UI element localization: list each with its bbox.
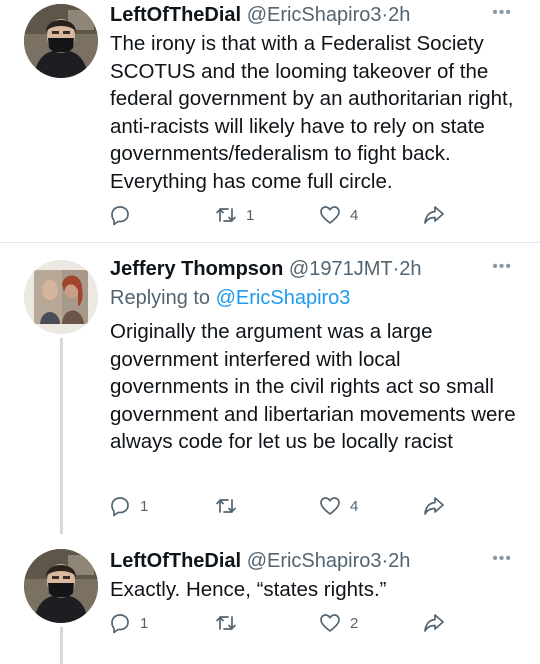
tweet-header: LeftOfTheDial @EricShapiro3·2h <box>110 2 410 28</box>
thread-line <box>60 627 63 664</box>
reply-button[interactable]: 1 <box>108 493 148 519</box>
tweet-text: The irony is that with a Federalist Soci… <box>110 32 514 193</box>
replying-to-handle[interactable]: @EricShapiro3 <box>216 287 351 309</box>
retweet-icon <box>216 499 236 513</box>
tweet-actions: 1 4 <box>108 493 448 519</box>
user-handle[interactable]: @EricShapiro3 <box>247 550 382 572</box>
retweet-button[interactable] <box>214 493 246 519</box>
like-count: 4 <box>350 206 359 224</box>
like-count: 2 <box>350 614 359 632</box>
share-button[interactable] <box>422 610 446 636</box>
retweet-icon <box>216 208 236 222</box>
replying-to: Replying to @EricShapiro3 <box>110 285 350 311</box>
share-button[interactable] <box>422 202 446 228</box>
like-button[interactable]: 4 <box>318 493 358 519</box>
retweet-button[interactable] <box>214 610 246 636</box>
user-handle[interactable]: @1971JMT <box>289 258 393 280</box>
tweet-actions: 1 2 <box>108 610 448 636</box>
avatar[interactable] <box>24 4 98 78</box>
tweet-actions: 1 4 <box>108 202 448 228</box>
avatar-photo <box>24 4 98 78</box>
retweet-icon <box>216 616 236 630</box>
share-icon <box>424 497 444 515</box>
tweet[interactable]: LeftOfTheDial @EricShapiro3·2h ••• Exact… <box>0 546 540 664</box>
retweet-count: 1 <box>246 206 255 224</box>
reply-button[interactable] <box>108 202 140 228</box>
avatar[interactable] <box>24 260 98 334</box>
display-name[interactable]: LeftOfTheDial <box>110 4 241 26</box>
display-name[interactable]: Jeffery Thompson <box>110 258 283 280</box>
timestamp[interactable]: 2h <box>399 258 421 280</box>
replying-to-label: Replying to <box>110 287 211 309</box>
reply-icon <box>111 497 129 517</box>
user-handle[interactable]: @EricShapiro3 <box>247 4 382 26</box>
avatar-photo <box>24 549 98 623</box>
like-button[interactable]: 4 <box>318 202 358 228</box>
more-icon[interactable]: ••• <box>492 550 512 568</box>
reply-icon <box>111 206 129 226</box>
heart-icon <box>320 497 340 515</box>
like-button[interactable]: 2 <box>318 610 358 636</box>
timestamp[interactable]: 2h <box>388 550 410 572</box>
tweet[interactable]: Jeffery Thompson @1971JMT·2h ••• Replyin… <box>0 256 540 534</box>
tweet-text: Originally the argument was a large gove… <box>110 320 516 453</box>
more-icon[interactable]: ••• <box>492 258 512 276</box>
divider <box>0 242 540 243</box>
like-count: 4 <box>350 497 359 515</box>
reply-count: 1 <box>140 614 149 632</box>
retweet-button[interactable]: 1 <box>214 202 254 228</box>
avatar[interactable] <box>24 549 98 623</box>
heart-icon <box>320 614 340 632</box>
avatar-photo <box>24 260 98 334</box>
more-icon[interactable]: ••• <box>492 4 512 22</box>
tweet-text: Exactly. Hence, “states rights.” <box>110 578 387 601</box>
display-name[interactable]: LeftOfTheDial <box>110 550 241 572</box>
reply-count: 1 <box>140 497 149 515</box>
tweet-header: LeftOfTheDial @EricShapiro3·2h <box>110 548 410 574</box>
reply-icon <box>111 614 129 634</box>
timestamp[interactable]: 2h <box>388 4 410 26</box>
share-icon <box>424 206 444 224</box>
heart-icon <box>320 206 340 224</box>
tweet[interactable]: LeftOfTheDial @EricShapiro3·2h ••• The i… <box>0 0 540 242</box>
tweet-header: Jeffery Thompson @1971JMT·2h <box>110 256 422 282</box>
thread-line <box>60 338 63 534</box>
share-icon <box>424 614 444 632</box>
share-button[interactable] <box>422 493 446 519</box>
reply-button[interactable]: 1 <box>108 610 148 636</box>
